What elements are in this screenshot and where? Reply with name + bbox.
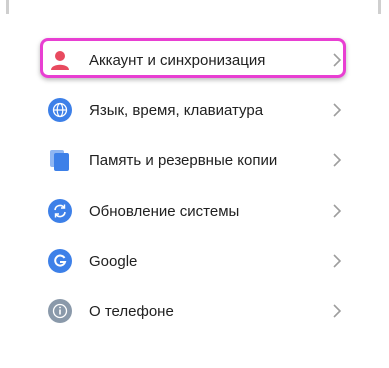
chevron-right-icon <box>332 153 342 167</box>
storage-icon <box>48 148 72 172</box>
settings-item-label: О телефоне <box>89 302 174 320</box>
chevron-right-icon <box>332 254 342 268</box>
settings-item-storage[interactable]: Память и резервные копии <box>36 139 352 181</box>
settings-item-label: Google <box>89 252 138 270</box>
settings-item-language[interactable]: Язык, время, клавиатура <box>36 89 352 131</box>
globe-icon <box>48 98 72 122</box>
settings-item-google[interactable]: Google <box>36 240 352 282</box>
settings-item-label: Язык, время, клавиатура <box>89 101 264 119</box>
system-update-icon <box>48 199 72 223</box>
chevron-right-icon <box>332 53 342 67</box>
settings-item-label: Обновление системы <box>89 202 240 220</box>
account-icon <box>48 48 72 72</box>
google-icon <box>48 249 72 273</box>
settings-item-label: Память и резервные копии <box>89 151 278 169</box>
settings-item-about-phone[interactable]: О телефоне <box>36 290 352 332</box>
settings-item-system-update[interactable]: Обновление системы <box>36 190 352 232</box>
settings-item-label: Аккаунт и синхронизация <box>89 51 266 69</box>
chevron-right-icon <box>332 103 342 117</box>
status-corner-left <box>6 0 9 14</box>
settings-item-account[interactable]: Аккаунт и синхронизация <box>36 39 352 81</box>
chevron-right-icon <box>332 204 342 218</box>
chevron-right-icon <box>332 304 342 318</box>
info-icon <box>48 299 72 323</box>
status-corner-right <box>378 0 381 14</box>
